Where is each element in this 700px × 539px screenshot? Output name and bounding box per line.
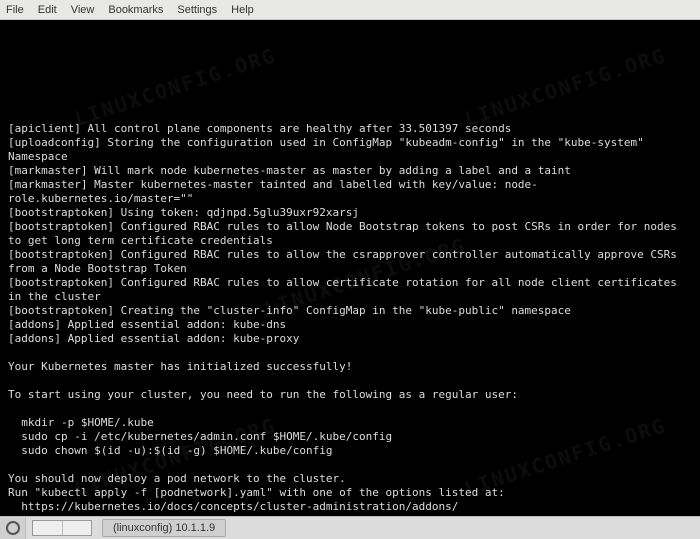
start-button[interactable]: [0, 517, 26, 539]
watermark: LINUXCONFIG.ORG: [463, 48, 668, 126]
taskbar: (linuxconfig) 10.1.1.9: [0, 516, 700, 539]
terminal-line: [apiclient] All control plane components…: [8, 122, 694, 136]
terminal-line: Run "kubectl apply -f [podnetwork].yaml"…: [8, 486, 694, 500]
terminal-line: https://kubernetes.io/docs/concepts/clus…: [8, 500, 694, 514]
menu-file[interactable]: File: [6, 4, 24, 16]
start-icon: [6, 521, 20, 535]
terminal-line: [markmaster] Will mark node kubernetes-m…: [8, 164, 694, 178]
terminal-line: You should now deploy a pod network to t…: [8, 472, 694, 486]
terminal-line: [8, 514, 694, 516]
terminal-line: [8, 402, 694, 416]
terminal-line: mkdir -p $HOME/.kube: [8, 416, 694, 430]
terminal-line: [bootstraptoken] Using token: qdjnpd.5gl…: [8, 206, 694, 220]
terminal-line: [bootstraptoken] Configured RBAC rules t…: [8, 248, 694, 276]
menu-edit[interactable]: Edit: [38, 4, 57, 16]
terminal-line: [8, 374, 694, 388]
menu-bookmarks[interactable]: Bookmarks: [108, 4, 163, 16]
watermark: LINUXCONFIG.ORG: [73, 48, 278, 126]
menu-view[interactable]: View: [71, 4, 95, 16]
menu-settings[interactable]: Settings: [177, 4, 217, 16]
terminal-line: [addons] Applied essential addon: kube-d…: [8, 318, 694, 332]
taskbar-item-terminal[interactable]: (linuxconfig) 10.1.1.9: [102, 519, 226, 537]
menubar: File Edit View Bookmarks Settings Help: [0, 0, 700, 20]
workspace-switcher[interactable]: [32, 520, 92, 536]
terminal-line: Your Kubernetes master has initialized s…: [8, 360, 694, 374]
menu-help[interactable]: Help: [231, 4, 254, 16]
terminal-line: sudo cp -i /etc/kubernetes/admin.conf $H…: [8, 430, 694, 444]
terminal-line: [bootstraptoken] Configured RBAC rules t…: [8, 276, 694, 304]
terminal-line: [bootstraptoken] Configured RBAC rules t…: [8, 220, 694, 248]
terminal-line: sudo chown $(id -u):$(id -g) $HOME/.kube…: [8, 444, 694, 458]
terminal-line: To start using your cluster, you need to…: [8, 388, 694, 402]
terminal-line: [8, 346, 694, 360]
terminal-line: [8, 458, 694, 472]
terminal[interactable]: LINUXCONFIG.ORG LINUXCONFIG.ORG LINUXCON…: [0, 20, 700, 516]
terminal-line: [markmaster] Master kubernetes-master ta…: [8, 178, 694, 206]
terminal-line: [addons] Applied essential addon: kube-p…: [8, 332, 694, 346]
terminal-output: [apiclient] All control plane components…: [8, 122, 694, 516]
terminal-line: [uploadconfig] Storing the configuration…: [8, 136, 694, 164]
terminal-line: [bootstraptoken] Creating the "cluster-i…: [8, 304, 694, 318]
